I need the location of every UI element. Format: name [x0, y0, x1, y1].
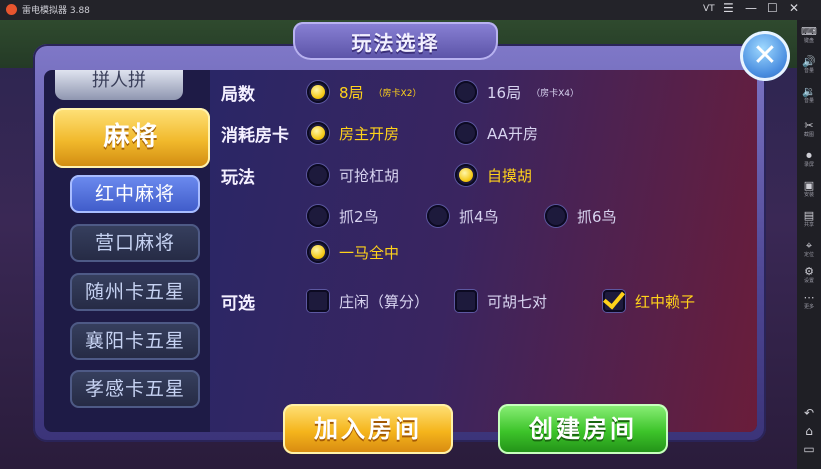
folder-icon: ▤: [803, 209, 815, 222]
play-label: 玩法: [221, 168, 255, 188]
sidebar-label: 共享: [803, 222, 814, 228]
apk-icon: ▣: [803, 179, 815, 192]
vt-indicator: VT: [703, 4, 715, 14]
optional-hongzhong-laizi[interactable]: 红中赖子: [603, 289, 695, 313]
menu-icon[interactable]: ☰: [723, 1, 734, 15]
sidebar-record[interactable]: ⏺ 录屏: [797, 149, 821, 169]
option-label: 抓4鸟: [459, 207, 499, 226]
volume-up-icon: 🔊: [802, 55, 816, 68]
radio-selected-icon: [307, 81, 329, 103]
option-cost-note: （房卡X2）: [373, 88, 422, 99]
join-room-button[interactable]: 加入房间: [283, 404, 453, 454]
emulator-logo-icon: [6, 4, 17, 15]
game-item-xiaogan[interactable]: 孝感卡五星: [70, 370, 200, 408]
option-label: 可抢杠胡: [339, 166, 400, 185]
settings-icon: ⚙: [804, 265, 814, 278]
sidebar-screenshot[interactable]: ✂ 截图: [797, 119, 821, 139]
category-tab-mahjong[interactable]: 麻将: [53, 108, 210, 168]
home-icon[interactable]: ⌂: [797, 424, 821, 438]
game-item-yingkou[interactable]: 营口麻将: [70, 224, 200, 262]
option-label: 可胡七对: [487, 292, 548, 311]
sidebar-label: 更多: [803, 304, 814, 310]
option-label: 自摸胡: [487, 166, 533, 185]
play-option-bird-4[interactable]: 抓4鸟: [427, 204, 499, 228]
radio-icon: [455, 81, 477, 103]
checkbox-icon: [455, 290, 477, 312]
sidebar-label: 截图: [803, 132, 814, 138]
maximize-icon[interactable]: ☐: [767, 1, 778, 15]
radio-icon: [545, 205, 567, 227]
sidebar-install[interactable]: ▣ 安装: [797, 179, 821, 199]
radio-selected-icon: [307, 241, 329, 263]
sidebar-volume-down[interactable]: 🔉 音量: [797, 85, 821, 105]
rounds-label: 局数: [221, 85, 255, 105]
record-icon: ⏺: [806, 149, 812, 162]
close-icon[interactable]: ✕: [740, 31, 790, 81]
sidebar-location[interactable]: ⌖ 定位: [797, 239, 821, 259]
cost-option-host[interactable]: 房主开房: [307, 121, 399, 145]
keyboard-icon: ⌨: [801, 25, 817, 38]
option-label: AA开房: [487, 124, 538, 143]
sidebar-keyboard[interactable]: ⌨ 键盘: [797, 25, 821, 45]
emulator-title-bar: 雷电模拟器 3.88 VT ☰ — ☐ ✕: [0, 0, 821, 20]
category-tab-partial[interactable]: 拼人拼: [55, 70, 183, 100]
play-option-bird-2[interactable]: 抓2鸟: [307, 204, 379, 228]
sidebar-more[interactable]: ⋯ 更多: [797, 291, 821, 311]
checkbox-icon: [307, 290, 329, 312]
sidebar-label: 录屏: [803, 162, 814, 168]
emulator-sidebar: ⌨ 键盘 🔊 音量 🔉 音量 ✂ 截图 ⏺ 录屏 ▣ 安装 ▤ 共享 ⌖ 定位 …: [797, 20, 821, 469]
cost-label: 消耗房卡: [221, 126, 289, 146]
recents-icon[interactable]: ▭: [797, 442, 821, 456]
option-label: 一马全中: [339, 243, 400, 262]
location-icon: ⌖: [805, 239, 813, 252]
option-label: 庄闲（算分）: [339, 292, 430, 311]
radio-selected-icon: [307, 122, 329, 144]
play-option-bird-6[interactable]: 抓6鸟: [545, 204, 617, 228]
sidebar-settings[interactable]: ⚙ 设置: [797, 265, 821, 285]
option-label: 8局: [339, 83, 364, 102]
sidebar-volume-up[interactable]: 🔊 音量: [797, 55, 821, 75]
option-label: 抓6鸟: [577, 207, 617, 226]
minimize-icon[interactable]: —: [745, 1, 757, 15]
play-option-zimo[interactable]: 自摸胡: [455, 163, 532, 187]
play-option-yima-quanzhong[interactable]: 一马全中: [307, 240, 399, 264]
game-item-suizhou[interactable]: 随州卡五星: [70, 273, 200, 311]
sidebar-label: 音量: [803, 98, 814, 104]
radio-icon: [307, 205, 329, 227]
emulator-title: 雷电模拟器 3.88: [22, 6, 90, 16]
rounds-option-8[interactable]: 8局 （房卡X2）: [307, 80, 421, 104]
cost-option-aa[interactable]: AA开房: [455, 121, 538, 145]
sidebar-label: 键盘: [803, 38, 814, 44]
sidebar-label: 定位: [803, 252, 814, 258]
radio-selected-icon: [455, 164, 477, 186]
sidebar-share[interactable]: ▤ 共享: [797, 209, 821, 229]
game-item-xiangyang[interactable]: 襄阳卡五星: [70, 322, 200, 360]
volume-down-icon: 🔉: [802, 85, 816, 98]
sidebar-label: 设置: [803, 278, 814, 284]
dialog-title: 玩法选择: [351, 31, 440, 55]
back-icon[interactable]: ↶: [797, 406, 821, 420]
option-label: 房主开房: [339, 124, 400, 143]
create-room-button[interactable]: 创建房间: [498, 404, 668, 454]
close-window-icon[interactable]: ✕: [789, 1, 799, 15]
sidebar-label: 安装: [803, 192, 814, 198]
option-label: 红中赖子: [635, 292, 696, 311]
optional-label: 可选: [221, 294, 255, 314]
play-option-qiang-gang[interactable]: 可抢杠胡: [307, 163, 399, 187]
radio-icon: [455, 122, 477, 144]
checkbox-checked-icon: [603, 290, 625, 312]
optional-qidui[interactable]: 可胡七对: [455, 289, 547, 313]
game-item-hongzhong[interactable]: 红中麻将: [70, 175, 200, 213]
rounds-option-16[interactable]: 16局 （房卡X4）: [455, 80, 579, 104]
sidebar-label: 音量: [803, 68, 814, 74]
option-label: 16局: [487, 83, 522, 102]
optional-zhuangxian[interactable]: 庄闲（算分）: [307, 289, 429, 313]
more-icon: ⋯: [803, 291, 815, 304]
radio-icon: [427, 205, 449, 227]
option-cost-note: （房卡X4）: [531, 88, 579, 99]
scissors-icon: ✂: [804, 119, 814, 132]
radio-icon: [307, 164, 329, 186]
option-label: 抓2鸟: [339, 207, 379, 226]
